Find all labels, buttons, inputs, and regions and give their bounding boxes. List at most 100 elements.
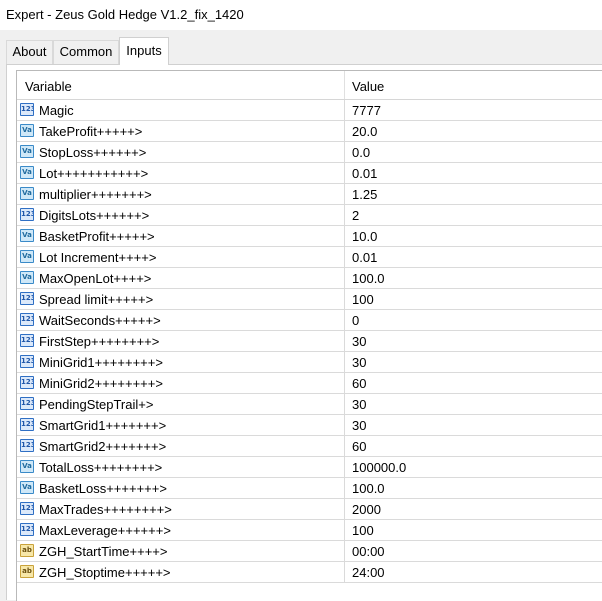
table-row[interactable]: Va BasketLoss+++++++> 100.0 <box>17 478 602 499</box>
double-type-icon: Va <box>20 124 34 137</box>
value-cell[interactable]: 7777 <box>352 103 381 118</box>
variable-cell: Va BasketProfit+++++> <box>17 226 345 246</box>
table-row[interactable]: 123 Spread limit+++++> 100 <box>17 289 602 310</box>
variable-name: BasketProfit+++++> <box>39 229 155 244</box>
table-row[interactable]: 123 FirstStep++++++++> 30 <box>17 331 602 352</box>
table-row[interactable]: ab ZGH_Stoptime+++++> 24:00 <box>17 562 602 583</box>
table-body: 123Magic7777VaTakeProfit+++++>20.0VaStop… <box>17 100 602 583</box>
value-cell[interactable]: 2000 <box>352 502 381 517</box>
integer-type-icon: 123 <box>20 103 34 116</box>
value-cell[interactable]: 30 <box>352 418 366 433</box>
variable-cell: Va Lot Increment++++> <box>17 247 345 267</box>
tab-inputs[interactable]: Inputs <box>119 37 169 65</box>
variable-cell: Va TotalLoss++++++++> <box>17 457 345 477</box>
variable-cell: 123 MiniGrid1++++++++> <box>17 352 345 372</box>
value-cell[interactable]: 100 <box>352 292 374 307</box>
table-row[interactable]: Va TakeProfit+++++> 20.0 <box>17 121 602 142</box>
table-header: Variable Value <box>17 71 602 100</box>
table-row[interactable]: Va StopLoss++++++> 0.0 <box>17 142 602 163</box>
table-row[interactable]: 123 MaxTrades++++++++> 2000 <box>17 499 602 520</box>
title-bar: Expert - Zeus Gold Hedge V1.2_fix_1420 <box>0 0 602 31</box>
variable-cell: Va TakeProfit+++++> <box>17 121 345 141</box>
table-row[interactable]: Va TotalLoss++++++++> 100000.0 <box>17 457 602 478</box>
variable-name: TotalLoss++++++++> <box>39 460 163 475</box>
table-row[interactable]: Va Lot+++++++++++> 0.01 <box>17 163 602 184</box>
variable-name: ZGH_Stoptime+++++> <box>39 565 171 580</box>
variable-name: DigitsLots++++++> <box>39 208 150 223</box>
table-row[interactable]: 123 WaitSeconds+++++> 0 <box>17 310 602 331</box>
double-type-icon: Va <box>20 145 34 158</box>
variable-cell: Va multiplier+++++++> <box>17 184 345 204</box>
integer-type-icon: 123 <box>20 292 34 305</box>
value-cell[interactable]: 100000.0 <box>352 460 406 475</box>
value-cell[interactable]: 20.0 <box>352 124 377 139</box>
variable-name: SmartGrid1+++++++> <box>39 418 167 433</box>
column-divider[interactable] <box>344 71 345 99</box>
integer-type-icon: 123 <box>20 502 34 515</box>
variable-name: BasketLoss+++++++> <box>39 481 167 496</box>
table-row[interactable]: 123 SmartGrid2+++++++> 60 <box>17 436 602 457</box>
inputs-table: Variable Value 123 Magic 7777 Va TakeProfit+… <box>16 70 602 601</box>
integer-type-icon: 123 <box>20 439 34 452</box>
string-type-icon: ab <box>20 544 34 557</box>
inputs-panel: Variable Value 123 Magic 7777 Va TakeProfit+… <box>6 64 602 601</box>
tab-about[interactable]: About <box>6 40 53 64</box>
string-type-icon: ab <box>20 565 34 578</box>
table-row[interactable]: Va multiplier+++++++> 1.25 <box>17 184 602 205</box>
value-cell[interactable]: 30 <box>352 355 366 370</box>
variable-name: multiplier+++++++> <box>39 187 152 202</box>
variable-name: MaxLeverage++++++> <box>39 523 171 538</box>
variable-column-header[interactable]: Variable <box>25 79 72 94</box>
table-row[interactable]: 123 SmartGrid1+++++++> 30 <box>17 415 602 436</box>
value-cell[interactable]: 60 <box>352 376 366 391</box>
variable-cell: ab ZGH_Stoptime+++++> <box>17 562 345 582</box>
variable-name: Lot Increment++++> <box>39 250 157 265</box>
double-type-icon: Va <box>20 250 34 263</box>
variable-cell: 123 PendingStepTrail+> <box>17 394 345 414</box>
value-cell[interactable]: 100 <box>352 523 374 538</box>
value-cell[interactable]: 100.0 <box>352 271 385 286</box>
variable-name: Lot+++++++++++> <box>39 166 149 181</box>
value-cell[interactable]: 24:00 <box>352 565 385 580</box>
value-cell[interactable]: 30 <box>352 397 366 412</box>
table-row[interactable]: 123 MaxLeverage++++++> 100 <box>17 520 602 541</box>
double-type-icon: Va <box>20 166 34 179</box>
value-cell[interactable]: 0.01 <box>352 250 377 265</box>
value-cell[interactable]: 0.0 <box>352 145 370 160</box>
variable-cell: Va StopLoss++++++> <box>17 142 345 162</box>
value-cell[interactable]: 0.01 <box>352 166 377 181</box>
table-row[interactable]: 123 Magic 7777 <box>17 100 602 121</box>
value-cell[interactable]: 0 <box>352 313 359 328</box>
table-row[interactable]: Va Lot Increment++++> 0.01 <box>17 247 602 268</box>
double-type-icon: Va <box>20 271 34 284</box>
integer-type-icon: 123 <box>20 523 34 536</box>
table-row[interactable]: ab ZGH_StartTime++++> 00:00 <box>17 541 602 562</box>
value-cell[interactable]: 10.0 <box>352 229 377 244</box>
variable-cell: Va BasketLoss+++++++> <box>17 478 345 498</box>
variable-name: MiniGrid2++++++++> <box>39 376 163 391</box>
variable-name: SmartGrid2+++++++> <box>39 439 167 454</box>
value-cell[interactable]: 00:00 <box>352 544 385 559</box>
variable-cell: 123 SmartGrid2+++++++> <box>17 436 345 456</box>
value-cell[interactable]: 100.0 <box>352 481 385 496</box>
value-column-header[interactable]: Value <box>352 79 384 94</box>
value-cell[interactable]: 30 <box>352 334 366 349</box>
tab-common[interactable]: Common <box>53 40 119 64</box>
table-row[interactable]: 123 MiniGrid2++++++++> 60 <box>17 373 602 394</box>
integer-type-icon: 123 <box>20 334 34 347</box>
table-row[interactable]: Va MaxOpenLot++++> 100.0 <box>17 268 602 289</box>
variable-cell: Va Lot+++++++++++> <box>17 163 345 183</box>
table-row[interactable]: 123 PendingStepTrail+> 30 <box>17 394 602 415</box>
variable-name: Spread limit+++++> <box>39 292 154 307</box>
value-cell[interactable]: 1.25 <box>352 187 377 202</box>
window-title: Expert - Zeus Gold Hedge V1.2_fix_1420 <box>6 7 244 22</box>
variable-cell: 123 WaitSeconds+++++> <box>17 310 345 330</box>
table-row[interactable]: 123 DigitsLots++++++> 2 <box>17 205 602 226</box>
table-row[interactable]: Va BasketProfit+++++> 10.0 <box>17 226 602 247</box>
value-cell[interactable]: 60 <box>352 439 366 454</box>
value-cell[interactable]: 2 <box>352 208 359 223</box>
variable-cell: 123 DigitsLots++++++> <box>17 205 345 225</box>
table-row[interactable]: 123 MiniGrid1++++++++> 30 <box>17 352 602 373</box>
variable-name: FirstStep++++++++> <box>39 334 160 349</box>
variable-name: StopLoss++++++> <box>39 145 147 160</box>
